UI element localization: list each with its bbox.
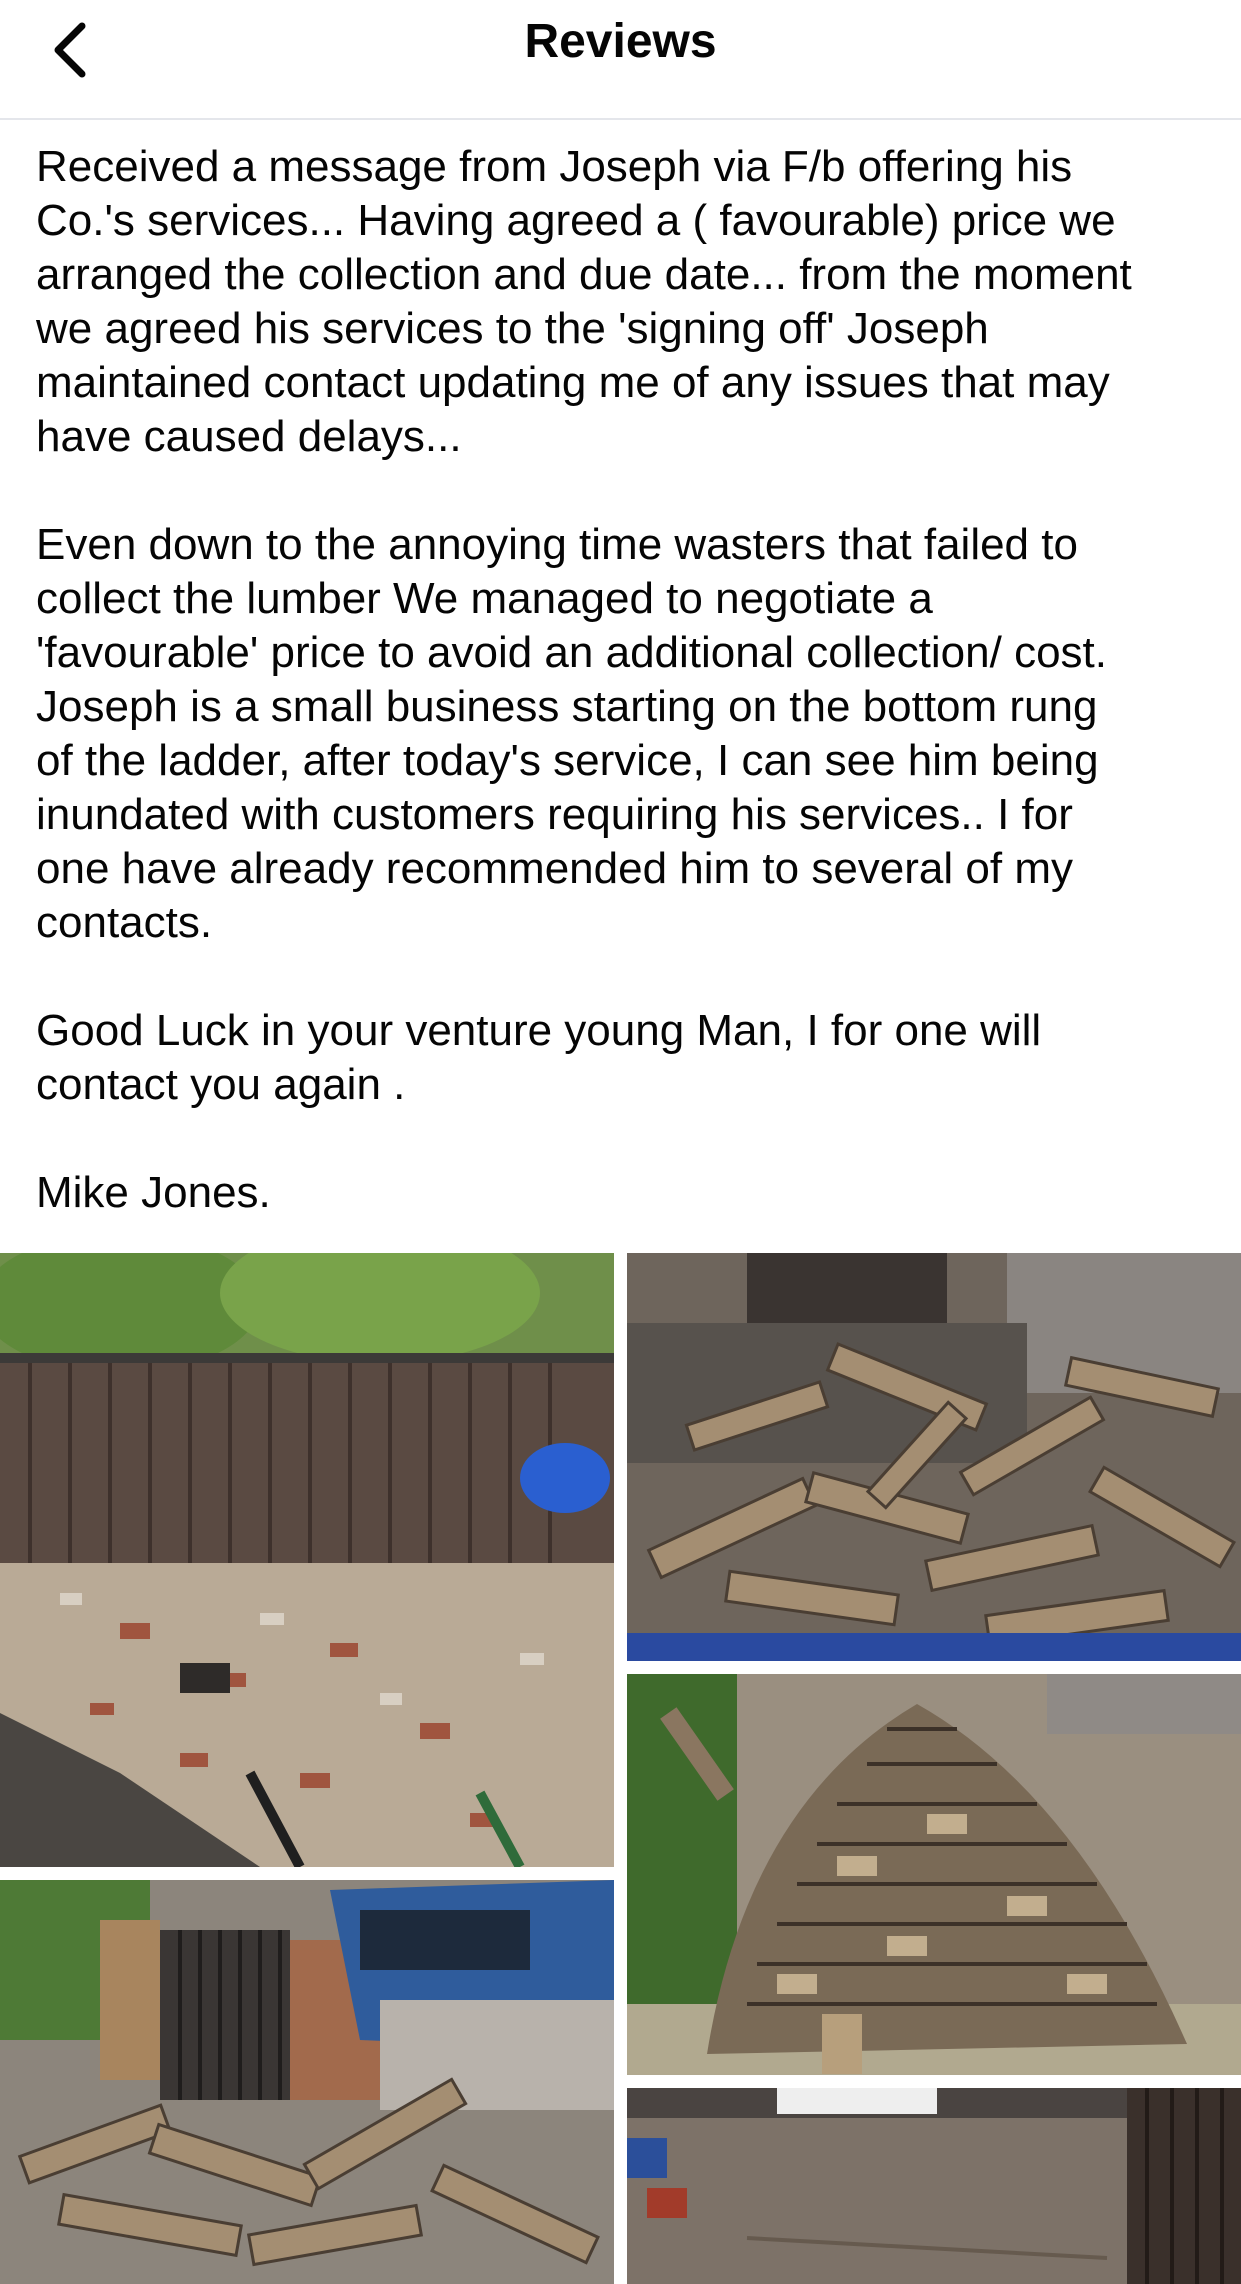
review-signature: Mike Jones. (36, 1168, 271, 1217)
review-photo-4[interactable] (0, 1880, 614, 2284)
review-paragraph: Received a message from Joseph via F/b o… (36, 142, 1132, 461)
review-photo-2[interactable] (627, 1253, 1241, 1661)
review-paragraph: Good Luck in your venture young Man, I f… (36, 1006, 1042, 1109)
review-photo-3[interactable] (627, 1674, 1241, 2075)
page-title: Reviews (524, 15, 717, 68)
top-nav-bar: Reviews (0, 0, 1241, 120)
review-text: Received a message from Joseph via F/b o… (36, 140, 1216, 1274)
review-paragraph: Even down to the annoying time wasters t… (36, 520, 1107, 947)
review-photo-5[interactable] (627, 2088, 1241, 2284)
review-photo-1[interactable] (0, 1253, 614, 1867)
